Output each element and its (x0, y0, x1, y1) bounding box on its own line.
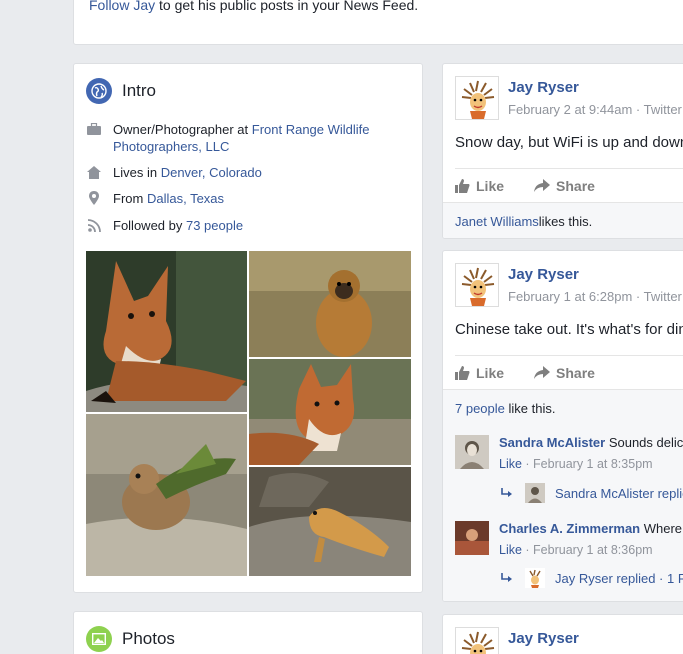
comment-meta: Like · February 1 at 8:35pm (499, 457, 653, 471)
reply-summary: Jay Ryser replied · 1 Reply (555, 570, 683, 586)
home-icon (86, 164, 102, 180)
follow-banner-card: Follow Jay to get his public posts in yo… (73, 0, 683, 45)
comment-body: Charles A. Zimmerman Where from? (499, 521, 683, 536)
like-button[interactable]: Like (455, 178, 504, 194)
intro-followers-link[interactable]: 73 people (186, 218, 243, 233)
intro-from-row: From Dallas, Texas (86, 190, 393, 207)
briefcase-icon (86, 121, 102, 137)
commenter-name[interactable]: Charles A. Zimmerman (499, 521, 640, 536)
commenter-name[interactable]: Sandra McAlister (499, 435, 605, 450)
comment-like-link[interactable]: Like (499, 457, 522, 471)
rss-icon (86, 217, 102, 233)
post-timestamp[interactable]: February 2 at 9:44am · Twitter (508, 102, 682, 117)
post-author-name[interactable]: Jay Ryser (508, 630, 579, 647)
post-author-name[interactable]: Jay Ryser (508, 79, 579, 96)
like-label: Like (476, 364, 505, 381)
intro-lives-link[interactable]: Denver, Colorado (161, 165, 262, 180)
photos-title[interactable]: Photos (122, 629, 175, 649)
reply-arrow-icon (501, 488, 512, 497)
intro-photo-grid (86, 251, 411, 576)
comment-replies-link[interactable]: Sandra McAlister replied · 1 Reply (501, 483, 683, 503)
intro-header: Intro (86, 78, 156, 104)
share-arrow-icon (534, 366, 551, 379)
post-3: Jay Ryser (442, 614, 683, 654)
intro-from-link[interactable]: Dallas, Texas (147, 191, 224, 206)
follow-link[interactable]: Follow Jay (89, 0, 155, 13)
photo-monkey[interactable] (249, 251, 411, 357)
comment-time: · February 1 at 8:35pm (521, 457, 653, 471)
likes-summary: Janet Williams likes this. (443, 202, 683, 238)
reply-arrow-icon (501, 573, 512, 582)
post-2: Jay Ryser February 1 at 6:28pm · Twitter… (442, 250, 683, 602)
post-timestamp[interactable]: February 1 at 6:28pm · Twitter (508, 289, 682, 304)
like-button[interactable]: Like (455, 365, 504, 381)
photos-icon (86, 626, 112, 652)
comments-area: 7 people like this. Sandra McAlister Sou… (443, 389, 683, 601)
commenter-avatar[interactable] (455, 435, 489, 469)
photo-weasel[interactable] (249, 467, 411, 576)
post-author-avatar[interactable] (455, 263, 499, 307)
reply-avatar (525, 483, 545, 503)
intro-lives-row: Lives in Denver, Colorado (86, 164, 393, 181)
comment-like-link[interactable]: Like (499, 543, 522, 557)
comment-meta: Like · February 1 at 8:36pm (499, 543, 653, 557)
comment-replies-link[interactable]: Jay Ryser replied · 1 Reply (501, 568, 683, 588)
intro-title: Intro (122, 81, 157, 100)
photo-fox-lying[interactable] (249, 359, 411, 465)
intro-card: Intro Owner/Photographer at Front Range … (73, 63, 423, 593)
share-label: Share (556, 364, 595, 381)
share-arrow-icon (534, 179, 551, 192)
post-actions: Like Share (455, 355, 683, 389)
photos-header: Photos (86, 626, 175, 652)
intro-from-prefix: From (113, 191, 147, 206)
photo-fox-portrait[interactable] (86, 251, 247, 412)
liker-link[interactable]: Janet Williams (455, 214, 539, 229)
thumbs-up-icon (455, 365, 470, 380)
follow-prompt-text: to get his public posts in your News Fee… (155, 0, 419, 13)
reply-avatar (525, 568, 545, 588)
comment-time: · February 1 at 8:36pm (521, 543, 653, 557)
post-actions: Like Share (455, 168, 683, 202)
post-author-name[interactable]: Jay Ryser (508, 266, 579, 283)
share-label: Share (556, 177, 595, 194)
comment-text: Where from? (643, 521, 683, 536)
post-1: Jay Ryser February 2 at 9:44am · Twitter… (442, 63, 683, 239)
intro-lives-prefix: Lives in (113, 165, 161, 180)
likers-link[interactable]: 7 people (455, 401, 505, 416)
location-pin-icon (86, 190, 102, 206)
photo-pika[interactable] (86, 414, 247, 576)
comment-body: Sandra McAlister Sounds delicious (499, 435, 683, 450)
intro-followed-prefix: Followed by (113, 218, 186, 233)
photos-card: Photos (73, 611, 423, 654)
globe-icon (86, 78, 112, 104)
likes-text: likes this. (538, 214, 593, 229)
comment-text: Sounds delicious (608, 435, 683, 450)
post-text: Snow day, but WiFi is up and down (455, 134, 683, 151)
intro-followers-row: Followed by 73 people (86, 217, 393, 234)
intro-work-prefix: Owner/Photographer at (113, 122, 252, 137)
commenter-avatar[interactable] (455, 521, 489, 555)
like-label: Like (476, 177, 505, 194)
post-author-avatar[interactable] (455, 76, 499, 120)
share-button[interactable]: Share (534, 178, 595, 194)
post-author-avatar[interactable] (455, 627, 499, 654)
likes-summary: 7 people like this. (455, 401, 555, 416)
reply-summary: Sandra McAlister replied · 1 Reply (555, 485, 683, 501)
likes-text: like this. (504, 401, 556, 416)
share-button[interactable]: Share (534, 365, 595, 381)
intro-work-row: Owner/Photographer at Front Range Wildli… (86, 121, 393, 155)
post-text: Chinese take out. It's what's for dinner (455, 321, 683, 338)
follow-prompt: Follow Jay to get his public posts in yo… (89, 0, 418, 13)
thumbs-up-icon (455, 178, 470, 193)
